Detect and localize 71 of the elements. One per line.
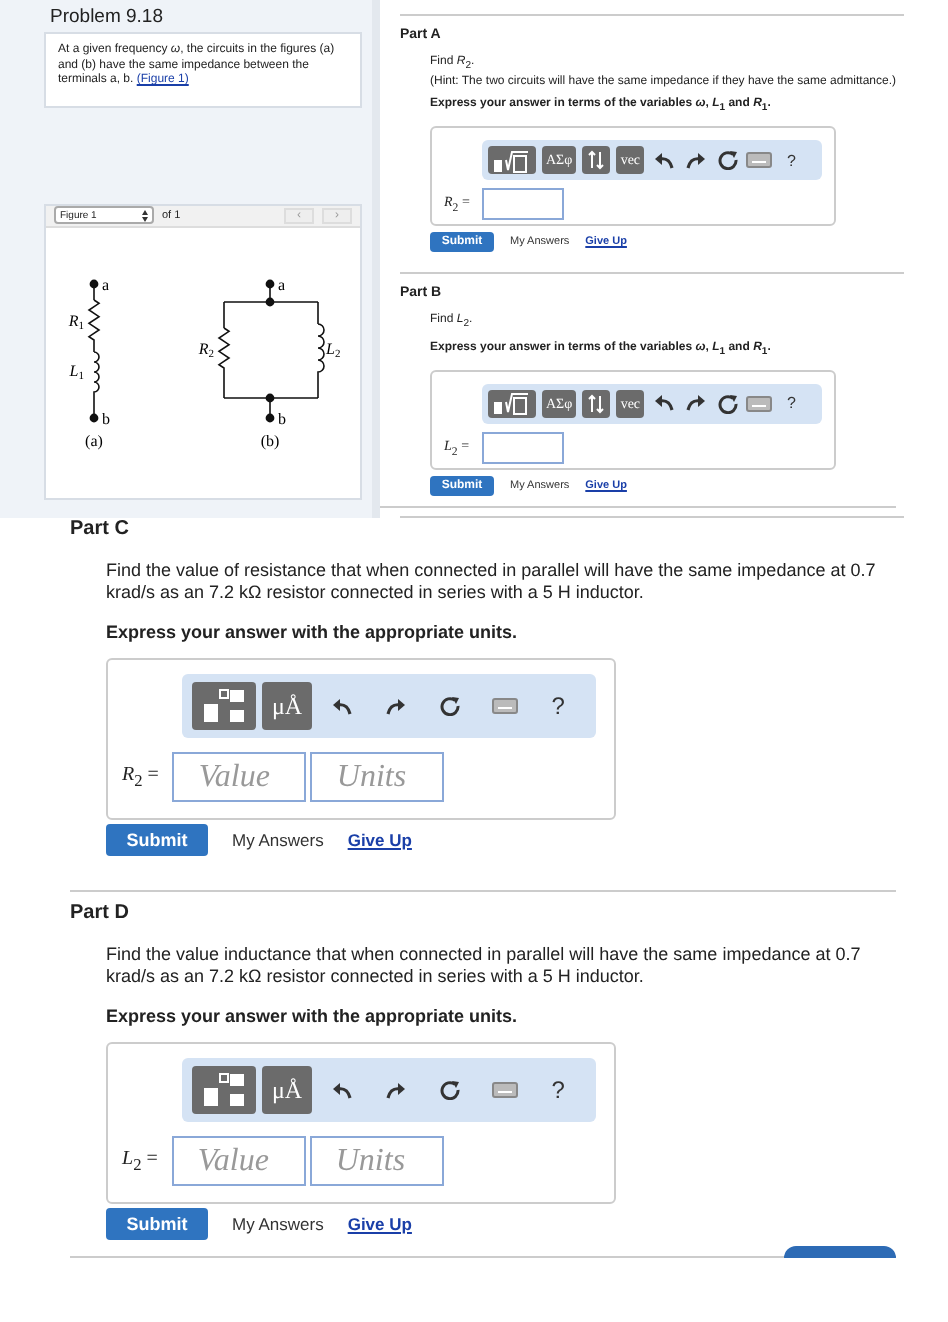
value-field[interactable]: Value <box>171 1136 306 1186</box>
template-button[interactable] <box>488 146 536 175</box>
answer-field[interactable] <box>481 188 564 221</box>
instruction-text: Express your answer with the appropriate units. <box>106 622 520 642</box>
terminal-label: b <box>278 409 286 427</box>
component-label: L$_{1}$ <box>69 361 84 382</box>
template-icon <box>492 147 532 174</box>
figure-caption: (b) <box>260 431 280 449</box>
answer-label: R$_{2}$ = <box>122 764 159 790</box>
reset-icon <box>440 1080 461 1100</box>
my-answers-text: My Answers <box>232 1214 324 1234</box>
instruction-text: Express your answer with the appropriate units. <box>106 1006 520 1026</box>
arrows-button[interactable] <box>582 389 611 418</box>
submit-button[interactable]: Submit <box>106 1208 208 1240</box>
template-icon <box>202 1072 246 1108</box>
arrows-button[interactable] <box>582 146 611 175</box>
reset-icon <box>440 696 461 716</box>
reset-button[interactable] <box>714 146 741 175</box>
give-up-link[interactable]: Give Up <box>347 830 412 850</box>
part-title: Part C <box>70 518 131 540</box>
help-button[interactable]: ? <box>778 146 805 175</box>
figure-caption: (a) <box>85 431 103 449</box>
series-circuit-drawing <box>88 278 100 422</box>
give-up-link[interactable]: Give Up <box>347 1214 412 1234</box>
template-button[interactable] <box>488 389 536 418</box>
undo-icon <box>332 1081 353 1099</box>
template-button[interactable] <box>192 682 256 730</box>
continue-button[interactable] <box>784 1246 896 1258</box>
component-label: R$_{1}$ <box>68 311 84 332</box>
value-field[interactable]: Value <box>172 752 307 802</box>
updown-arrows-icon <box>588 150 605 171</box>
keyboard-icon <box>491 698 518 714</box>
component-label: L$_{2}$ <box>326 339 341 360</box>
redo-icon <box>386 697 407 715</box>
template-icon <box>492 390 532 417</box>
symbols-button[interactable]: μÅ <box>262 682 313 730</box>
keyboard-icon <box>746 395 773 412</box>
question-text: Find the value of resistance that when connected in parallel will have the same impedance at 0.7 krad/s as an 7.2 kΩ resistor connected in series with a 5 H inductor. <box>106 560 878 604</box>
terminal-label: b <box>102 409 110 427</box>
help-button[interactable]: ? <box>778 389 805 418</box>
terminal-label: a <box>278 275 286 293</box>
reset-button[interactable] <box>714 389 741 418</box>
redo-icon <box>386 1081 407 1099</box>
problem-title: Problem 9.18 <box>48 4 166 32</box>
units-field[interactable]: Units <box>309 1136 444 1186</box>
template-button[interactable] <box>192 1066 256 1114</box>
updown-icon <box>142 209 148 221</box>
component-label: R$_{2}$ <box>198 339 214 360</box>
keyboard-icon <box>746 152 773 169</box>
answer-field[interactable] <box>481 431 564 464</box>
symbols-button[interactable]: μÅ <box>262 1066 313 1114</box>
updown-arrows-icon <box>588 393 605 414</box>
parallel-circuit-drawing <box>218 278 325 422</box>
question-text: Find the value inductance that when connected in parallel will have the same impedance at 0.7 krad/s as an 7.2 kΩ resistor connected in series with a 5 H inductor. <box>106 944 863 988</box>
undo-icon <box>653 151 674 170</box>
part-title: Part D <box>70 902 131 924</box>
terminal-label: a <box>102 275 110 293</box>
reset-icon <box>717 150 738 171</box>
help-button[interactable]: ? <box>534 682 583 730</box>
units-field[interactable]: Units <box>310 752 445 802</box>
redo-icon <box>685 151 706 170</box>
help-button[interactable]: ? <box>534 1066 583 1114</box>
reset-icon <box>717 393 738 414</box>
undo-icon <box>653 394 674 413</box>
undo-icon <box>332 697 353 715</box>
my-answers-text: My Answers <box>232 830 324 850</box>
redo-icon <box>685 394 706 413</box>
submit-button[interactable]: Submit <box>106 824 208 856</box>
template-icon <box>202 688 246 724</box>
answer-label: L$_{2}$ = <box>122 1148 158 1174</box>
keyboard-icon <box>491 1082 518 1098</box>
